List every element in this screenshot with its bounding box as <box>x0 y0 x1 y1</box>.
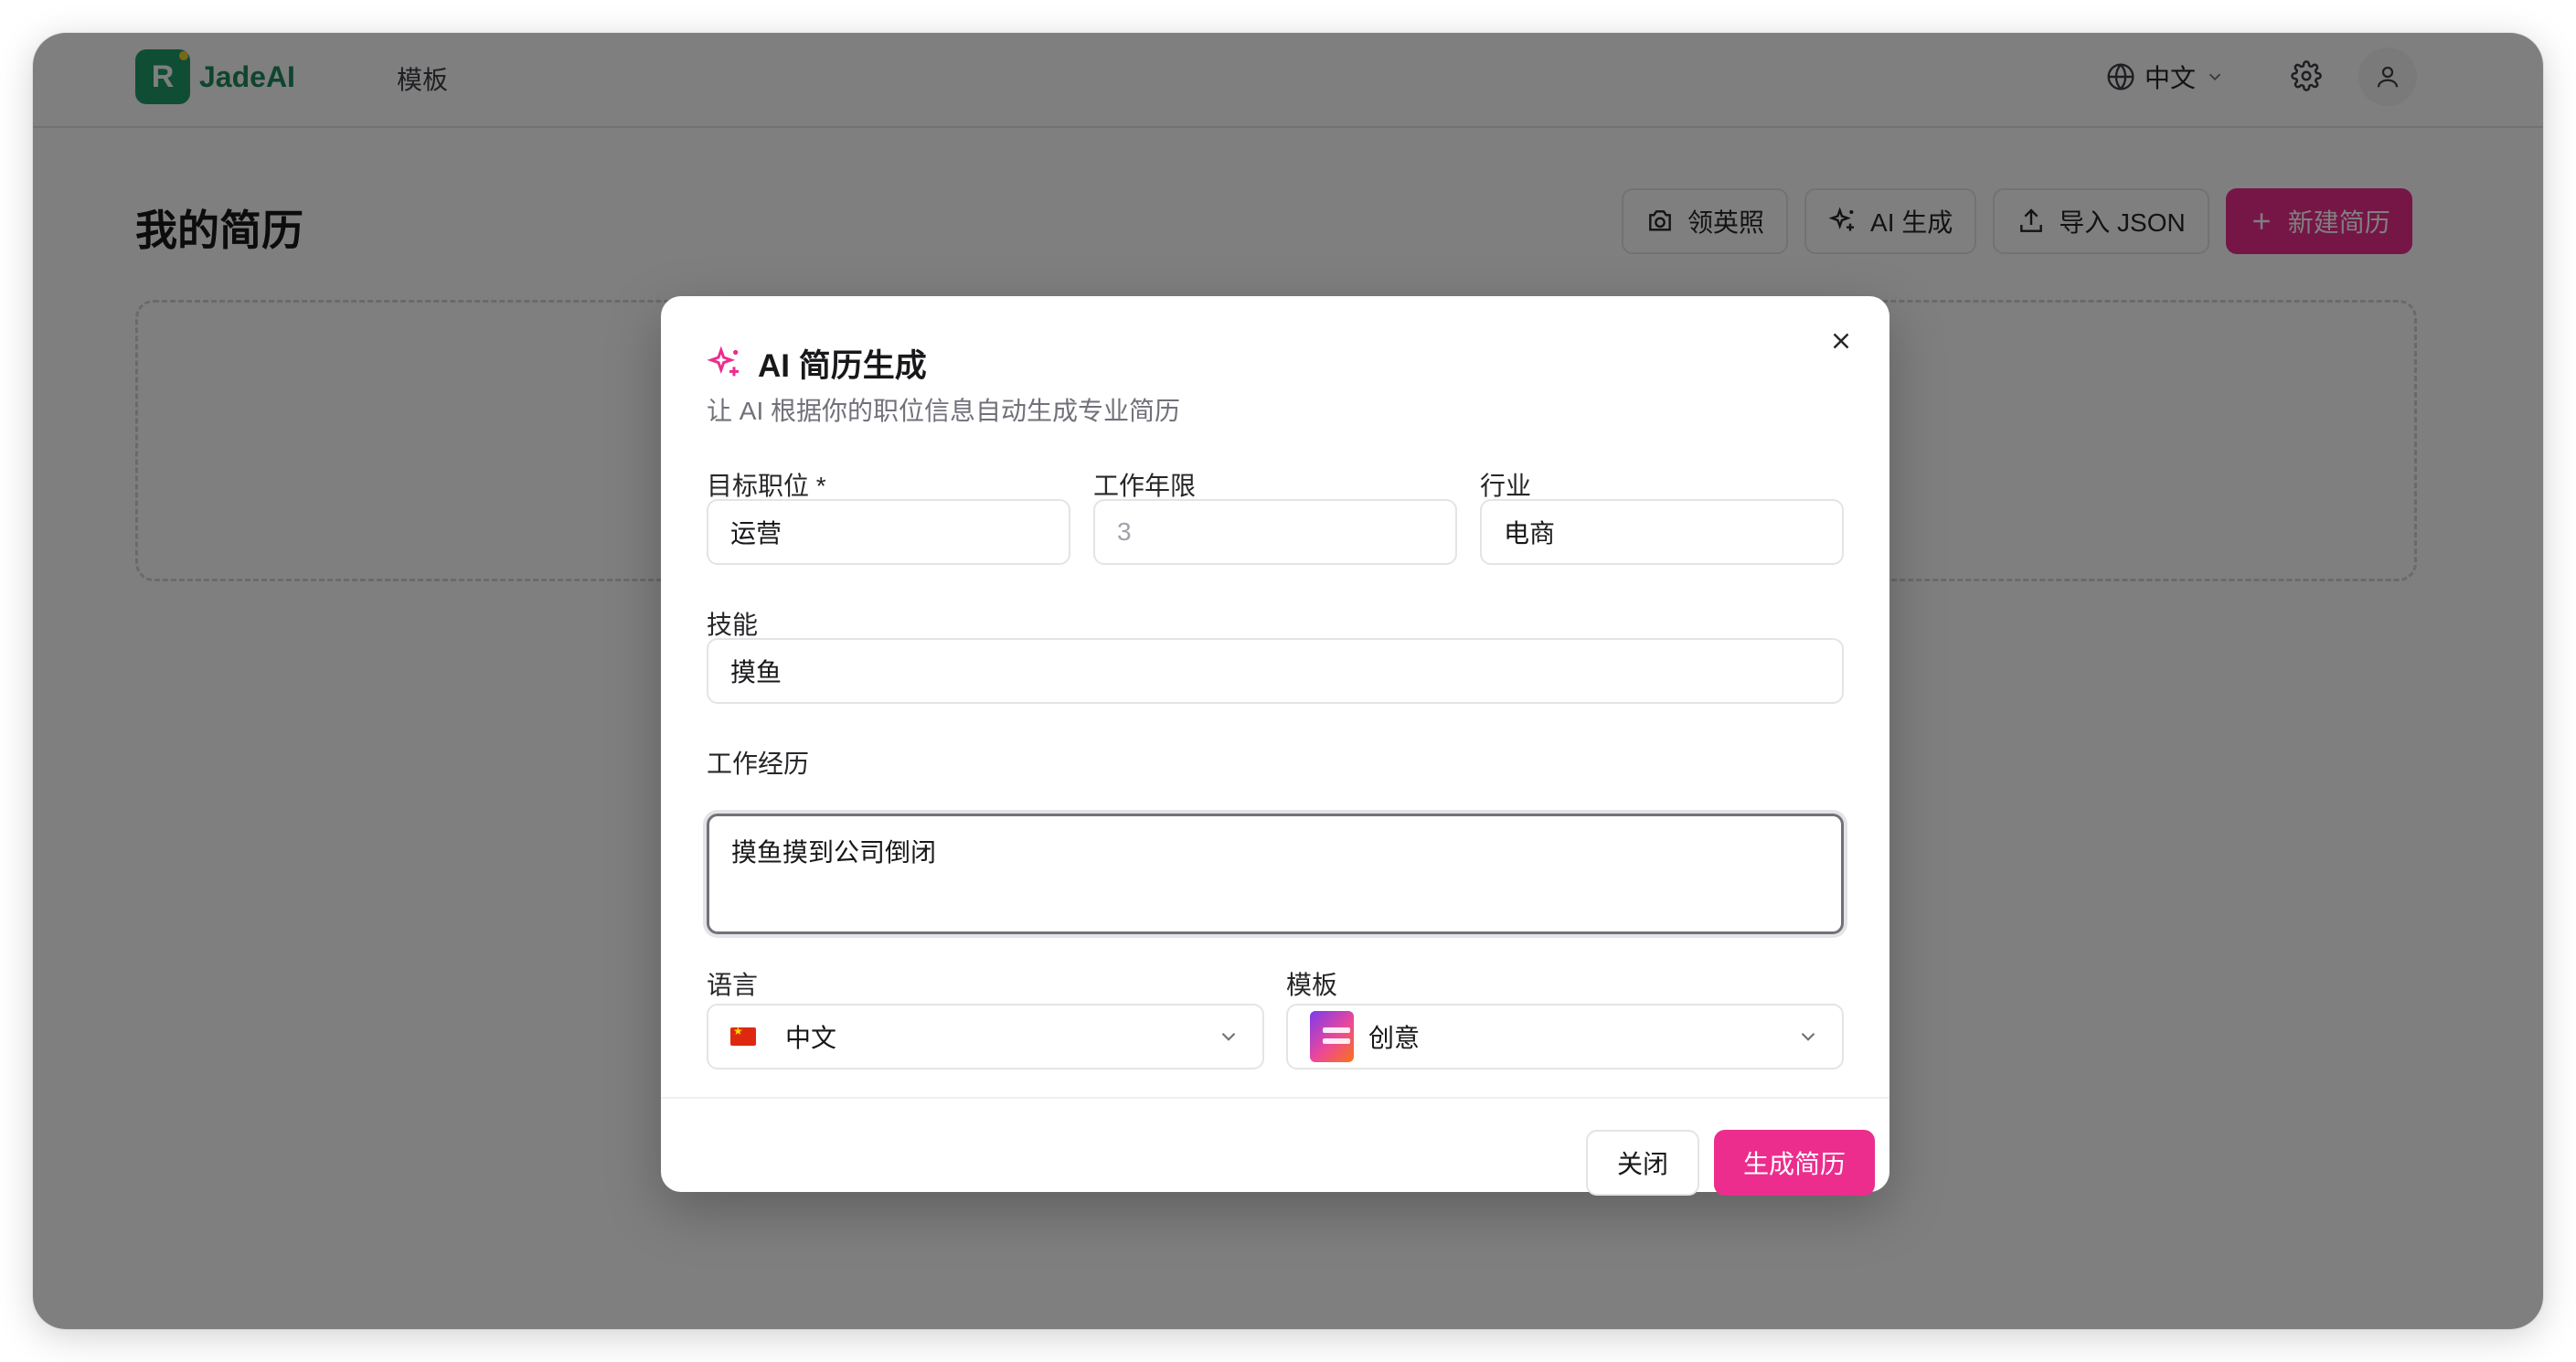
target-position-input[interactable]: 运营 <box>707 499 1070 565</box>
template-thumbnail-icon <box>1310 1011 1354 1062</box>
experience-label: 工作经历 <box>707 750 810 778</box>
language-select-value: 中文 <box>785 1024 837 1052</box>
skills-value: 摸鱼 <box>730 658 782 686</box>
template-select[interactable]: 创意 <box>1286 1004 1844 1069</box>
language-select-label: 语言 <box>707 971 759 999</box>
dialog-footer-divider <box>661 1097 1889 1099</box>
dialog-cancel-button[interactable]: 关闭 <box>1586 1130 1699 1196</box>
dialog-close-button[interactable] <box>1827 327 1855 359</box>
ai-resume-dialog: AI 简历生成 让 AI 根据你的职位信息自动生成专业简历 目标职位 * 运营 … <box>661 296 1889 1196</box>
china-flag-icon <box>730 1025 756 1046</box>
target-position-value: 运营 <box>730 519 782 548</box>
language-select[interactable]: 中文 <box>707 1004 1264 1069</box>
experience-value: 摸鱼摸到公司倒闭 <box>731 838 937 867</box>
close-icon <box>1833 333 1849 349</box>
skills-label: 技能 <box>707 611 759 639</box>
industry-label: 行业 <box>1480 472 1532 500</box>
chevron-down-icon <box>1221 1032 1236 1041</box>
dialog-description: 让 AI 根据你的职位信息自动生成专业简历 <box>707 397 1181 425</box>
years-label: 工作年限 <box>1093 472 1197 500</box>
dialog-title-row: AI 简历生成 <box>707 340 927 387</box>
app-window: R JadeAI 模板 中文 我的简历 领英照 AI 生成 导入 JSON <box>33 33 2543 1329</box>
industry-input[interactable]: 电商 <box>1480 499 1844 565</box>
skills-input[interactable]: 摸鱼 <box>707 638 1844 704</box>
target-position-label: 目标职位 * <box>707 472 826 500</box>
template-select-value: 创意 <box>1368 1024 1421 1052</box>
years-placeholder: 3 <box>1117 517 1132 546</box>
sparkles-icon <box>707 346 739 376</box>
generate-resume-button[interactable]: 生成简历 <box>1714 1130 1875 1196</box>
years-input[interactable]: 3 <box>1093 499 1457 565</box>
industry-value: 电商 <box>1504 519 1556 548</box>
chevron-down-icon <box>1801 1032 1815 1041</box>
experience-textarea[interactable]: 摸鱼摸到公司倒闭 <box>707 814 1844 934</box>
template-select-label: 模板 <box>1286 971 1338 999</box>
dialog-title: AI 简历生成 <box>758 348 927 384</box>
